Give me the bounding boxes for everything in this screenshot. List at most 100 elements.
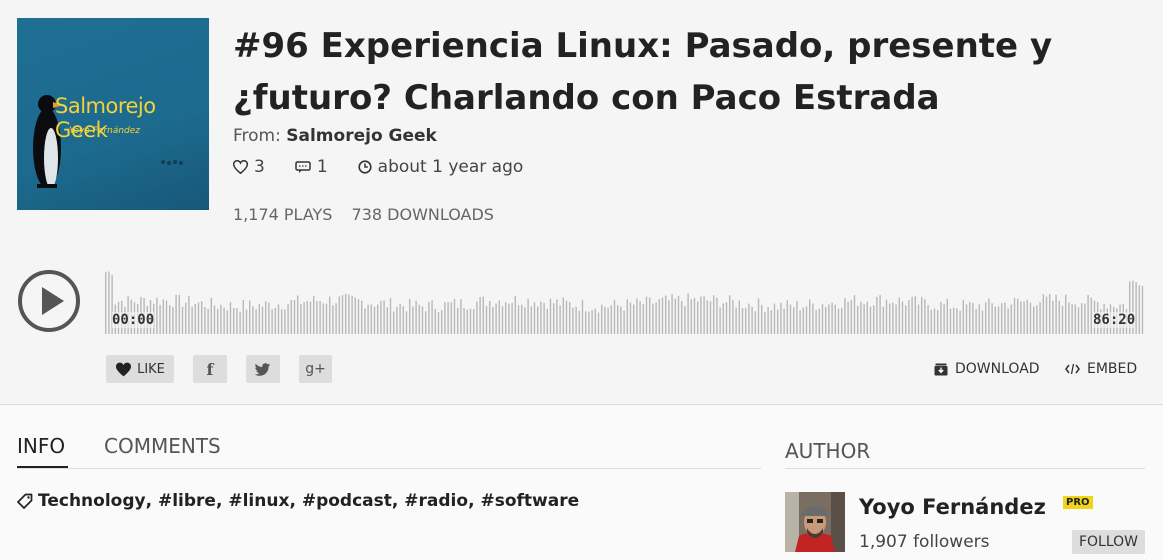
download-button[interactable]: DOWNLOAD	[934, 361, 1040, 377]
waveform-bar	[546, 308, 548, 334]
follow-button[interactable]: FOLLOW	[1072, 530, 1145, 554]
download-label: DOWNLOAD	[955, 361, 1040, 377]
waveform-bar	[927, 305, 929, 334]
waveform-bar	[834, 304, 836, 334]
waveform-bar	[1087, 295, 1089, 334]
waveform-bar	[850, 300, 852, 334]
comment-icon	[295, 161, 311, 173]
waveform-bar	[316, 301, 318, 334]
waveform-bar	[197, 302, 200, 334]
tag-item[interactable]: #radio	[404, 491, 468, 511]
waveform-bar	[393, 311, 395, 334]
waveform-bar	[706, 300, 708, 334]
tag-item[interactable]: #libre	[158, 491, 216, 511]
waveform-bar	[380, 300, 382, 334]
waveform-bar	[357, 299, 360, 334]
waveform-bar	[1052, 300, 1054, 334]
author-name[interactable]: Yoyo Fernández	[859, 495, 1046, 519]
tab-info[interactable]: INFO	[17, 434, 65, 458]
waveform-bar	[873, 305, 875, 334]
waveform-bar	[517, 305, 520, 334]
avatar-photo	[785, 492, 845, 552]
waveform-bar	[501, 306, 504, 334]
waveform-bar	[604, 306, 606, 334]
like-button[interactable]: LIKE	[106, 355, 174, 383]
waveform-bar	[428, 301, 430, 334]
waveform-bar	[466, 309, 468, 334]
waveform-bar	[421, 306, 424, 334]
tag-item[interactable]: #software	[480, 491, 579, 511]
from-line: From: Salmorejo Geek	[233, 126, 437, 146]
waveform-bar	[210, 297, 212, 334]
waveform-bar	[261, 306, 264, 334]
waveform-bar	[345, 293, 347, 334]
play-button[interactable]	[18, 270, 80, 332]
waveform-bar	[978, 304, 980, 334]
waveform-bar	[162, 299, 164, 334]
waveform-bar	[681, 301, 683, 334]
total-duration: 86:20	[1093, 312, 1136, 328]
waveform-bar	[863, 304, 865, 334]
show-link[interactable]: Salmorejo Geek	[286, 126, 437, 146]
likes-count[interactable]: 3	[233, 157, 265, 177]
waveform-bar	[201, 301, 203, 334]
twitter-share-button[interactable]	[246, 355, 280, 383]
waveform-bar	[508, 303, 510, 334]
waveform-bar	[361, 300, 363, 334]
waveform-bar	[780, 302, 782, 334]
waveform-bar	[469, 308, 472, 334]
waveform-bar	[613, 300, 616, 334]
waveform-bar	[642, 304, 644, 334]
waveform-bar	[930, 309, 932, 334]
waveform-bar	[789, 304, 792, 334]
waveform-bar	[972, 303, 974, 334]
tag-item[interactable]: #linux	[228, 491, 289, 511]
waveform-bar	[751, 306, 753, 334]
waveform-bar	[383, 300, 385, 334]
likes-value: 3	[254, 157, 265, 177]
tab-comments[interactable]: COMMENTS	[104, 434, 221, 458]
waveform-bar	[329, 296, 331, 334]
waveform-bar	[575, 306, 577, 334]
waveform-bar	[268, 302, 270, 334]
waveform-bar	[959, 310, 961, 334]
waveform-bar	[1084, 303, 1086, 334]
waveform-bar	[1135, 282, 1137, 334]
waveform-bar	[441, 310, 443, 334]
waveform-bar	[671, 294, 673, 334]
waveform-bar	[425, 311, 427, 334]
facebook-share-button[interactable]: f	[193, 355, 227, 383]
clock-icon	[358, 160, 372, 174]
comments-count[interactable]: 1	[295, 157, 328, 177]
waveform-bar	[156, 297, 158, 334]
waveform-bar	[1007, 308, 1009, 334]
waveform-bar	[255, 309, 257, 334]
waveform-bar	[533, 302, 536, 334]
waveform-bar	[588, 311, 590, 334]
waveform-bar	[338, 296, 340, 334]
embed-label: EMBED	[1087, 361, 1138, 377]
waveform-bar	[645, 296, 648, 334]
waveform-bar	[693, 297, 696, 334]
author-avatar[interactable]	[785, 492, 845, 552]
waveform-bar	[335, 303, 337, 334]
waveform-bar	[921, 296, 923, 334]
waveform-bar	[1001, 303, 1003, 334]
waveform-bar	[1068, 302, 1070, 334]
google-plus-share-button[interactable]: g+	[299, 355, 332, 383]
waveform-bar	[1077, 307, 1080, 334]
waveform-bar	[108, 271, 110, 334]
waveform-bar	[463, 308, 465, 334]
waveform-seekbar[interactable]	[105, 264, 1146, 334]
tag-category[interactable]: Technology	[38, 491, 146, 511]
waveform-bar	[1090, 297, 1092, 334]
waveform-bar	[684, 306, 686, 334]
waveform-bar	[991, 303, 993, 334]
tag-item[interactable]: #podcast	[302, 491, 392, 511]
waveform-bar	[783, 308, 785, 334]
embed-button[interactable]: EMBED	[1065, 361, 1137, 377]
waveform-bar	[1055, 294, 1057, 334]
waveform-bar	[911, 296, 913, 334]
waveform-bar	[914, 296, 916, 334]
waveform-bar	[748, 303, 750, 334]
